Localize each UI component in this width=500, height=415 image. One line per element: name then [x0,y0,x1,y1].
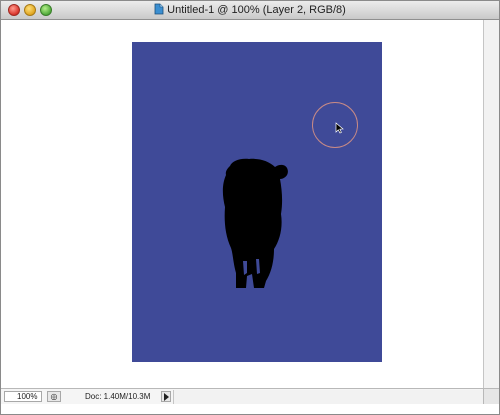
status-menu-button[interactable] [161,391,171,402]
cow-silhouette [222,158,288,288]
title-bar[interactable]: Untitled-1 @ 100% (Layer 2, RGB/8) [1,1,499,20]
doc-size-info: Doc: 1.40M/10.3M [85,392,151,401]
window-title-container: Untitled-1 @ 100% (Layer 2, RGB/8) [1,3,499,16]
horizontal-scrollbar[interactable] [173,390,483,404]
document-window: Untitled-1 @ 100% (Layer 2, RGB/8) 100% … [0,0,500,415]
photoshop-document-icon [154,3,164,15]
document-area[interactable] [1,20,483,388]
resize-corner[interactable] [483,388,499,404]
window-title: Untitled-1 @ 100% (Layer 2, RGB/8) [167,4,346,16]
arrow-cursor-icon [335,122,344,134]
status-info-icon[interactable]: ◎ [47,391,61,402]
status-bar: 100% ◎ Doc: 1.40M/10.3M [1,388,483,404]
image-canvas[interactable] [132,42,382,362]
zoom-level-field[interactable]: 100% [4,391,42,402]
vertical-scrollbar[interactable] [483,20,499,388]
